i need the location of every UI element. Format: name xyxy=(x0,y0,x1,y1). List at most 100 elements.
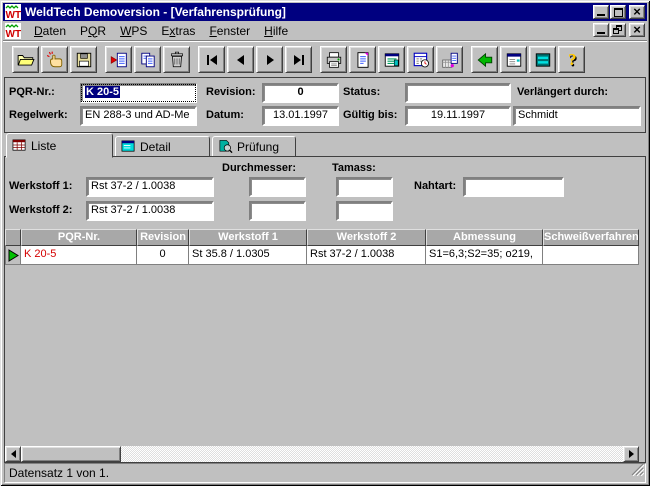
cell-3[interactable]: St 35.8 / 1.0305 xyxy=(189,246,307,265)
delete-button[interactable] xyxy=(163,46,190,73)
grid-header-col-4[interactable]: Werkstoff 2 xyxy=(307,229,426,246)
grid-header-selector xyxy=(5,229,21,246)
save-button[interactable] xyxy=(70,46,97,73)
grid-header-col-5[interactable]: Abmessung xyxy=(426,229,543,246)
verlaengert-durch-field[interactable]: Schmidt xyxy=(513,106,641,126)
cell-4[interactable]: Rst 37-2 / 1.0038 xyxy=(307,246,426,265)
werkstoff2-field[interactable]: Rst 37-2 / 1.0038 xyxy=(86,201,214,221)
mdi-minimize-button[interactable] xyxy=(593,23,609,37)
tamass-label: Tamass: xyxy=(332,162,376,174)
insert-record-button[interactable] xyxy=(105,46,132,73)
pqr-nr-label: PQR-Nr.: xyxy=(9,86,55,98)
resize-grip[interactable] xyxy=(631,463,644,481)
magnifier-document-icon xyxy=(218,139,233,154)
svg-text:?: ? xyxy=(568,51,576,69)
exit-button[interactable] xyxy=(471,46,498,73)
preview-button[interactable] xyxy=(349,46,376,73)
pqr-grid: PQR-Nr.RevisionWerkstoff 1Werkstoff 2Abm… xyxy=(5,229,639,265)
scroll-left-icon xyxy=(7,450,16,458)
menu-item-pqr[interactable]: PQR xyxy=(73,22,113,40)
pqr-nr-field[interactable]: K 20-5 xyxy=(80,83,197,103)
mdi-close-button[interactable] xyxy=(629,23,645,37)
mdi-window-controls xyxy=(592,23,645,37)
gueltig-bis-label: Gültig bis: xyxy=(343,109,397,121)
grid-h-scrollbar[interactable] xyxy=(5,446,639,462)
minimize-button[interactable] xyxy=(593,5,609,19)
menu-item-fenster[interactable]: Fenster xyxy=(202,22,257,40)
scroll-right-button[interactable] xyxy=(623,446,639,462)
browse-button[interactable] xyxy=(41,46,68,73)
grid-header-col-3[interactable]: Werkstoff 1 xyxy=(189,229,307,246)
tab-pruefung[interactable]: Prüfung xyxy=(212,136,296,157)
print-button[interactable] xyxy=(320,46,347,73)
datum-field[interactable]: 13.01.1997 xyxy=(262,106,339,126)
menu-item-wps[interactable]: WPS xyxy=(113,22,154,40)
copy-button[interactable] xyxy=(134,46,161,73)
status-field[interactable] xyxy=(405,83,511,103)
export-table-doc-icon xyxy=(441,51,459,69)
tamass1-field[interactable] xyxy=(336,177,393,197)
grid-header-col-6[interactable]: Schweißverfahren xyxy=(543,229,639,246)
first-record-button[interactable] xyxy=(198,46,225,73)
tab-pruefung-label: Prüfung xyxy=(237,140,279,154)
scroll-left-button[interactable] xyxy=(5,446,21,462)
app-window: WT WeldTech Demoversion - [Verfahrensprü… xyxy=(0,0,650,486)
app-icon[interactable]: WT xyxy=(5,4,21,20)
cell-5[interactable]: S1=6,3;S2=35; o219, xyxy=(426,246,543,265)
svg-text:WT: WT xyxy=(6,10,22,20)
next-record-button[interactable] xyxy=(256,46,283,73)
status-label: Status: xyxy=(343,86,380,98)
durchmesser1-field[interactable] xyxy=(249,177,306,197)
cell-6[interactable] xyxy=(543,246,639,265)
last-record-button[interactable] xyxy=(285,46,312,73)
grid-header-col-2[interactable]: Revision xyxy=(137,229,189,246)
grid-body: K 20-50St 35.8 / 1.0305Rst 37-2 / 1.0038… xyxy=(5,246,639,265)
werkstoff1-label: Werkstoff 1: xyxy=(9,180,72,192)
maximize-icon xyxy=(614,8,623,17)
menu-items: DatenPQRWPSExtrasFensterHilfe xyxy=(27,22,295,40)
export-button[interactable] xyxy=(436,46,463,73)
nahtart-label: Nahtart: xyxy=(414,180,456,192)
tab-detail-label: Detail xyxy=(140,140,171,154)
insert-record-icon xyxy=(110,51,128,69)
schedule-button[interactable] xyxy=(407,46,434,73)
report-button[interactable] xyxy=(378,46,405,73)
form-view-button[interactable] xyxy=(500,46,527,73)
prior-record-button[interactable] xyxy=(227,46,254,73)
tab-detail[interactable]: Detail xyxy=(115,136,210,157)
menu-item-extras[interactable]: Extras xyxy=(154,22,202,40)
durchmesser2-field[interactable] xyxy=(249,201,306,221)
help-button[interactable]: ?? xyxy=(558,46,585,73)
close-button[interactable] xyxy=(629,5,645,19)
minimize-icon xyxy=(597,14,605,16)
mdi-restore-button[interactable] xyxy=(610,23,626,37)
revision-field[interactable]: 0 xyxy=(262,83,339,103)
current-record-marker[interactable] xyxy=(5,246,21,265)
cell-2[interactable]: 0 xyxy=(137,246,189,265)
nahtart-field[interactable] xyxy=(463,177,564,197)
grid-view-button[interactable] xyxy=(529,46,556,73)
title-bar[interactable]: WT WeldTech Demoversion - [Verfahrensprü… xyxy=(3,3,647,21)
gueltig-bis-field[interactable]: 19.11.1997 xyxy=(405,106,511,126)
record-header-panel: PQR-Nr.: K 20-5 Revision: 0 Status: Verl… xyxy=(4,77,646,133)
menu-item-hilfe[interactable]: Hilfe xyxy=(257,22,295,40)
tab-liste[interactable]: Liste xyxy=(6,133,113,158)
table-row[interactable]: K 20-50St 35.8 / 1.0305Rst 37-2 / 1.0038… xyxy=(5,246,639,265)
cell-1[interactable]: K 20-5 xyxy=(21,246,137,265)
mdi-restore-icon xyxy=(613,25,624,36)
grid-header-col-1[interactable]: PQR-Nr. xyxy=(21,229,137,246)
record-count-status: Datensatz 1 von 1. xyxy=(9,466,109,480)
calendar-clock-icon xyxy=(412,51,430,69)
maximize-button[interactable] xyxy=(610,5,626,19)
regelwerk-field[interactable]: EN 288-3 und AD-Me xyxy=(80,106,197,126)
status-bar: Datensatz 1 von 1. xyxy=(4,463,646,483)
menu-item-daten[interactable]: Daten xyxy=(27,22,73,40)
next-record-icon xyxy=(262,52,278,68)
open-folder-icon xyxy=(17,51,35,69)
scroll-thumb[interactable] xyxy=(21,446,121,462)
tamass2-field[interactable] xyxy=(336,201,393,221)
question-mark-icon: ?? xyxy=(563,51,581,69)
open-button[interactable] xyxy=(12,46,39,73)
werkstoff1-field[interactable]: Rst 37-2 / 1.0038 xyxy=(86,177,214,197)
mdi-child-icon[interactable]: WT xyxy=(5,23,21,39)
